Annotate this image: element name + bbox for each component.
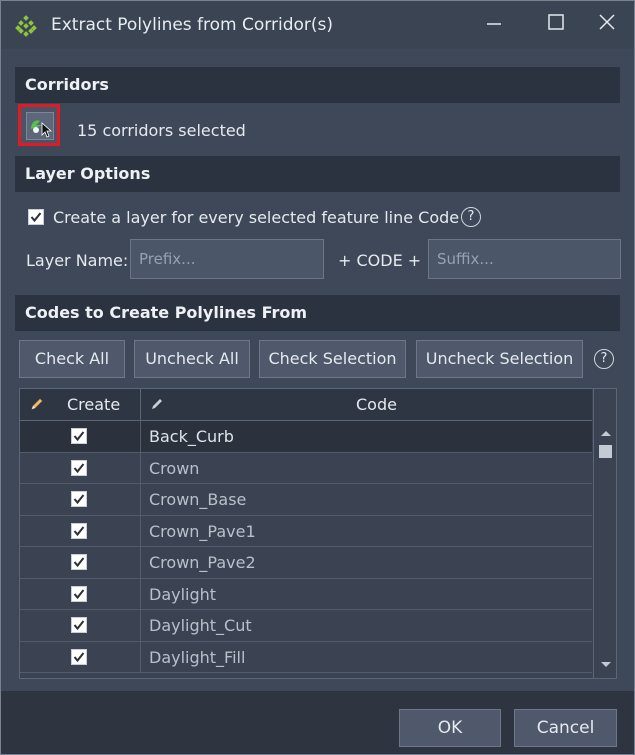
uncheck-all-button[interactable]: Uncheck All [134, 340, 250, 378]
create-layer-checkbox[interactable] [28, 209, 44, 225]
create-checkbox[interactable] [71, 554, 87, 570]
column-header-create[interactable]: Create [20, 389, 141, 420]
code-cell: Daylight_Cut [149, 616, 252, 635]
checkmark-icon [30, 212, 42, 223]
table-row[interactable]: Crown_Base [20, 484, 592, 516]
corridors-status-text: 15 corridors selected [77, 121, 246, 140]
vertical-scrollbar[interactable] [593, 389, 616, 678]
corridors-section-header: Corridors [15, 67, 620, 103]
checkmark-icon [73, 525, 85, 536]
grid-header: Create Code [20, 389, 592, 421]
checkmark-icon [73, 588, 85, 599]
checkmark-icon [73, 651, 85, 662]
code-cell: Back_Curb [149, 427, 234, 446]
code-cell: Crown_Pave1 [149, 521, 256, 541]
minimize-button[interactable] [479, 11, 509, 35]
layer-options-section-header: Layer Options [15, 156, 620, 192]
check-all-button[interactable]: Check All [19, 340, 125, 378]
dialog-window: Extract Polylines from Corridor(s) Corri… [0, 0, 635, 755]
pencil-icon [152, 399, 162, 409]
create-checkbox[interactable] [71, 648, 87, 665]
checkmark-icon [73, 494, 85, 505]
close-icon [599, 14, 615, 30]
prefix-input[interactable] [130, 239, 324, 279]
codes-section-header: Codes to Create Polylines From [15, 295, 620, 331]
window-title: Extract Polylines from Corridor(s) [51, 15, 334, 35]
create-checkbox[interactable] [71, 617, 87, 633]
create-layer-label[interactable]: Create a layer for every selected featur… [53, 208, 459, 227]
suffix-input[interactable] [428, 239, 621, 279]
table-row[interactable]: Daylight_Cut [20, 610, 592, 642]
code-cell: Crown [149, 458, 200, 478]
create-checkbox[interactable] [71, 428, 87, 444]
check-selection-button[interactable]: Check Selection [259, 340, 406, 378]
codes-grid[interactable]: Create Code Back_Curb Crown Crown_Base C… [19, 388, 617, 679]
code-cell: Crown_Base [149, 490, 247, 509]
close-button[interactable] [592, 11, 622, 35]
column-header-code[interactable]: Code [141, 389, 592, 420]
select-corridor-icon [31, 120, 53, 138]
create-checkbox[interactable] [71, 585, 87, 602]
code-cell: Daylight [149, 584, 217, 604]
uncheck-selection-button[interactable]: Uncheck Selection [416, 340, 583, 378]
code-cell: Crown_Pave2 [149, 553, 256, 572]
help-icon[interactable]: ? [461, 207, 481, 227]
minimize-icon [487, 23, 501, 25]
create-checkbox[interactable] [71, 491, 87, 507]
create-checkbox[interactable] [71, 459, 87, 476]
maximize-icon [548, 14, 564, 30]
column-label-code: Code [356, 395, 397, 414]
select-corridors-button[interactable] [18, 104, 60, 146]
app-icon [15, 15, 37, 37]
table-row[interactable]: Daylight_Fill [20, 641, 592, 673]
table-row[interactable]: Crown_Pave1 [20, 515, 592, 547]
cancel-button[interactable]: Cancel [514, 709, 617, 747]
dialog-content: Corridors 15 corridors selected Layer Op… [1, 49, 634, 754]
plus-code-label: + CODE + [338, 251, 422, 270]
pencil-icon [31, 398, 43, 410]
help-icon[interactable]: ? [594, 349, 614, 369]
code-cell: Daylight_Fill [149, 647, 246, 667]
ok-button[interactable]: OK [399, 709, 501, 747]
table-row[interactable]: Crown [20, 452, 592, 484]
grid-rows: Back_Curb Crown Crown_Base Crown_Pave1 C… [20, 421, 592, 673]
table-row[interactable]: Crown_Pave2 [20, 547, 592, 579]
maximize-button[interactable] [541, 11, 571, 35]
column-label-create: Create [67, 395, 121, 414]
layer-name-label: Layer Name: [26, 251, 129, 270]
checkmark-icon [73, 462, 85, 473]
scroll-down-icon[interactable] [600, 661, 612, 669]
table-row[interactable]: Back_Curb [20, 421, 592, 453]
scrollbar-thumb[interactable] [599, 445, 612, 458]
title-bar[interactable]: Extract Polylines from Corridor(s) [1, 1, 634, 49]
table-row[interactable]: Daylight [20, 578, 592, 610]
checkmark-icon [73, 557, 85, 568]
scroll-up-icon[interactable] [600, 429, 612, 437]
checkmark-icon [73, 431, 85, 442]
create-checkbox[interactable] [71, 522, 87, 539]
checkmark-icon [73, 620, 85, 631]
